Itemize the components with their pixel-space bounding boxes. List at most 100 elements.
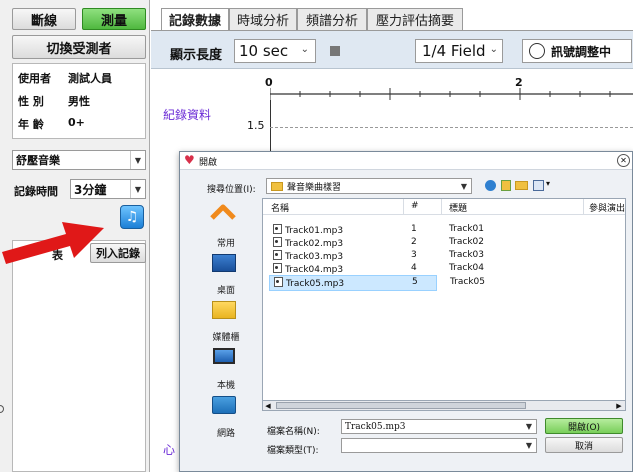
places-desktop-label[interactable]: 桌面 — [203, 283, 249, 296]
lookin-value: 聲音樂曲樣習 — [287, 182, 342, 193]
chevron-down-icon: ⌄ — [300, 44, 309, 55]
chart-record-label: 紀錄資料 — [163, 108, 212, 122]
libraries-icon[interactable] — [212, 301, 236, 319]
scroll-right-icon[interactable]: ▶ — [614, 401, 624, 410]
disconnect-button[interactable]: 斷線 — [12, 8, 76, 30]
tab-time-domain[interactable]: 時域分析 — [229, 8, 297, 30]
music-note-button[interactable]: ♫ — [120, 205, 144, 229]
tab-stress-summary[interactable]: 壓力評估摘要 — [367, 8, 463, 30]
places-libraries-label[interactable]: 媒體櫃 — [203, 330, 249, 343]
audio-file-icon — [273, 224, 282, 234]
new-folder-icon[interactable] — [515, 181, 528, 190]
column-divider[interactable] — [441, 199, 442, 214]
network-icon[interactable] — [212, 396, 236, 414]
signal-circle-icon — [529, 43, 545, 59]
chevron-down-icon: ▼ — [525, 422, 533, 431]
column-title[interactable]: 標題 — [449, 201, 467, 214]
cancel-button[interactable]: 取消 — [545, 437, 623, 453]
audio-file-icon — [273, 250, 282, 260]
file-row[interactable]: Track02.mp3 2 Track02 — [263, 236, 625, 250]
record-time-select[interactable]: 3分鐘 ▼ — [70, 179, 146, 199]
lookin-label: 搜尋位置(I): — [207, 185, 256, 195]
column-name[interactable]: 名稱 — [271, 201, 289, 214]
chevron-down-icon: ▼ — [525, 441, 533, 450]
folder-icon — [271, 181, 283, 191]
age-value: 0+ — [68, 116, 85, 129]
computer-icon[interactable] — [213, 348, 235, 364]
places-recent-label[interactable]: 常用 — [203, 236, 249, 249]
chevron-down-icon: ⌄ — [489, 44, 498, 55]
filetype-label: 檔案類型(T): — [267, 446, 319, 456]
file-name: Track05.mp3 — [274, 277, 344, 289]
measure-button[interactable]: 測量 — [82, 8, 146, 30]
column-artist[interactable]: 參與演出 — [589, 201, 625, 214]
heart-app-icon: ♥ — [184, 153, 195, 167]
chevron-down-icon: ▼ — [460, 181, 468, 191]
file-list: 名稱 # 標題 參與演出 Track01.mp3 1 Track01 Track02.… — [262, 198, 626, 411]
places-network-label[interactable]: 網路 — [203, 426, 249, 439]
file-list-header: 名稱 # 標題 參與演出 — [263, 199, 625, 215]
open-button-label: 開啟(O) — [567, 422, 601, 433]
view-menu-icon[interactable] — [533, 180, 544, 191]
chart-y-tick-label: 1.5 — [247, 119, 265, 132]
user-value: 測試人員 — [68, 72, 112, 85]
tab-spectrum[interactable]: 頻譜分析 — [297, 8, 367, 30]
file-name: Track01.mp3 — [273, 224, 343, 236]
display-length-label: 顯示長度 — [170, 48, 223, 63]
age-label: 年 齡 — [18, 118, 44, 131]
file-row[interactable]: Track03.mp3 3 Track03 — [263, 249, 625, 263]
file-name: Track03.mp3 — [273, 250, 343, 262]
red-arrow-icon — [2, 222, 104, 264]
file-row[interactable]: Track01.mp3 1 Track01 — [263, 223, 625, 237]
music-select-value: 舒壓音樂 — [16, 154, 60, 167]
view-menu-chevron-icon[interactable]: ▾ — [546, 179, 550, 188]
signal-status-box[interactable]: 訊號調整中 — [522, 39, 632, 63]
filetype-select[interactable]: ▼ — [341, 438, 537, 453]
file-title: Track04 — [449, 263, 485, 273]
user-label: 使用者 — [18, 72, 51, 85]
display-length-value: 10 sec — [239, 42, 289, 60]
display-length-select[interactable]: 10 sec ⌄ — [234, 39, 316, 63]
nav-back-icon[interactable] — [485, 180, 496, 191]
dialog-close-icon[interactable]: ✕ — [617, 154, 630, 167]
chevron-down-icon: ▼ — [130, 180, 145, 198]
file-track-number: 4 — [411, 263, 417, 273]
file-row[interactable]: Track05.mp3 5 Track05 — [269, 275, 485, 291]
signal-label: 訊號調整中 — [551, 44, 612, 59]
filename-value: Track05.mp3 — [345, 421, 406, 432]
gender-value: 男性 — [68, 95, 90, 108]
switch-user-button[interactable]: 切換受測者 — [12, 35, 146, 59]
desktop-icon[interactable] — [212, 254, 236, 272]
chart-axis-ticks — [270, 88, 633, 100]
column-divider[interactable] — [403, 199, 404, 214]
music-note-icon: ♫ — [125, 209, 139, 225]
filename-label: 檔案名稱(N): — [267, 427, 320, 437]
file-title: Track05 — [450, 277, 486, 287]
file-track-number: 5 — [412, 277, 418, 287]
chevron-down-icon: ▼ — [130, 151, 145, 169]
column-number[interactable]: # — [411, 201, 419, 211]
file-title: Track03 — [449, 250, 485, 260]
tab-record-data[interactable]: 記錄數據 — [161, 8, 229, 30]
scroll-thumb[interactable] — [276, 402, 526, 409]
file-title: Track01 — [449, 224, 485, 234]
places-computer-label[interactable]: 本機 — [203, 378, 249, 391]
column-divider[interactable] — [583, 199, 584, 214]
filename-input[interactable]: Track05.mp3 ▼ — [341, 419, 537, 434]
record-time-label: 記錄時間 — [14, 185, 58, 198]
up-folder-icon[interactable] — [501, 180, 511, 191]
record-list-box — [12, 240, 146, 472]
scroll-left-icon[interactable]: ◀ — [263, 401, 273, 410]
stop-button[interactable] — [330, 46, 340, 56]
open-button[interactable]: 開啟(O) — [545, 418, 623, 434]
music-select[interactable]: 舒壓音樂 ▼ — [12, 150, 146, 170]
dialog-title: 開啟 — [199, 158, 218, 168]
file-row[interactable]: Track04.mp3 4 Track04 — [263, 262, 625, 276]
field-select[interactable]: 1/4 Field ⌄ — [415, 39, 503, 63]
file-name: Track04.mp3 — [273, 263, 343, 275]
recent-places-icon[interactable] — [210, 202, 236, 224]
record-time-value: 3分鐘 — [74, 182, 107, 197]
lookin-select[interactable]: 聲音樂曲樣習 ▼ — [266, 178, 472, 194]
audio-file-icon — [274, 277, 283, 287]
gender-label: 性 別 — [18, 95, 44, 108]
